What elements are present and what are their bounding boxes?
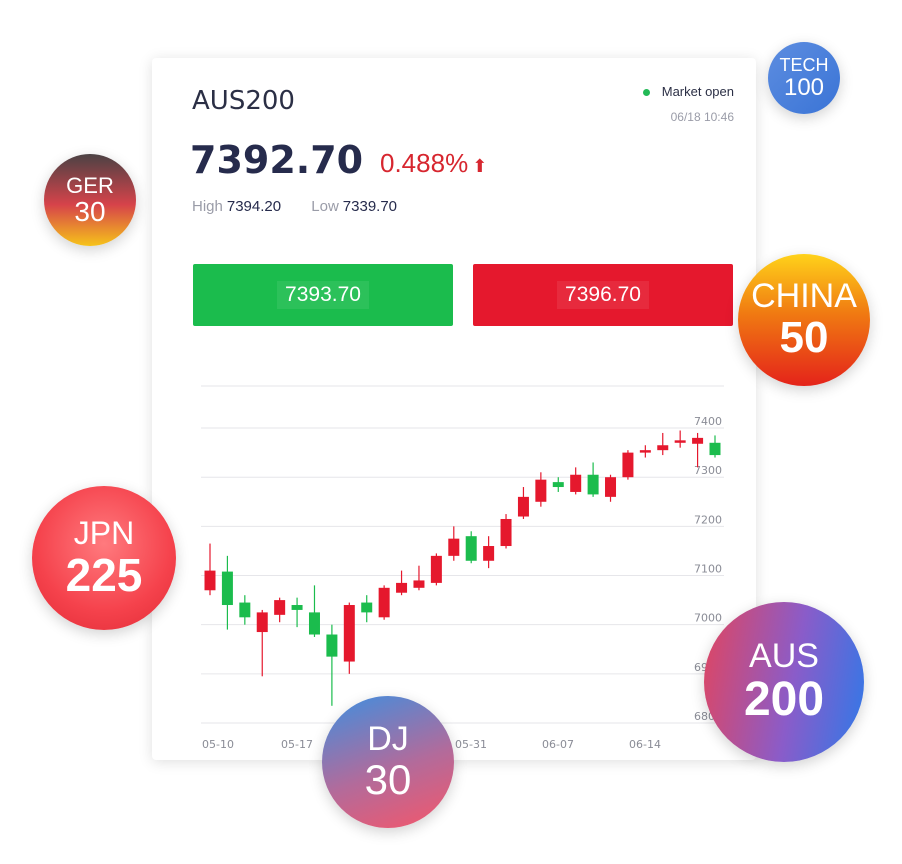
candle-body: [500, 518, 512, 547]
bubble-dj-top: DJ: [367, 720, 409, 759]
bubble-ger[interactable]: GER 30: [44, 154, 136, 246]
x-tick-label: 06-07: [542, 738, 574, 751]
candle-body: [639, 450, 651, 453]
candle-body: [378, 587, 390, 618]
y-tick-label: 7200: [694, 513, 722, 526]
bubble-dj[interactable]: DJ 30: [322, 696, 454, 828]
candle-body: [465, 536, 477, 561]
bubble-aus-bottom: 200: [743, 672, 825, 726]
bubble-aus[interactable]: AUS 200: [704, 602, 864, 762]
candle-body: [413, 580, 425, 588]
candle-body: [430, 555, 442, 583]
candle-body: [605, 477, 617, 497]
candle-body: [291, 605, 303, 610]
candle-body: [274, 600, 286, 615]
candle-body: [552, 482, 564, 488]
candle-body: [308, 612, 320, 635]
candle-body: [256, 612, 268, 633]
bubble-jpn-bottom: 225: [65, 548, 143, 601]
bubble-china[interactable]: CHINA 50: [738, 254, 870, 386]
candle-body: [221, 571, 233, 606]
candle-body: [535, 479, 547, 502]
bubble-ger-top: GER: [66, 172, 114, 198]
candle-body: [587, 474, 599, 495]
candle-body: [657, 445, 669, 451]
y-tick-label: 7400: [694, 415, 722, 428]
x-tick-label: 05-17: [281, 738, 313, 751]
bubble-tech[interactable]: TECH 100: [768, 42, 840, 114]
candle-body: [343, 605, 355, 662]
candle-body: [517, 496, 529, 517]
y-tick-label: 7000: [694, 612, 722, 625]
x-tick-label: 05-10: [202, 738, 234, 751]
bubble-tech-top: TECH: [779, 54, 829, 75]
x-tick-label: 06-14: [629, 738, 661, 751]
bubble-aus-top: AUS: [749, 636, 819, 675]
candle-body: [361, 602, 373, 613]
bubble-china-bottom: 50: [779, 312, 829, 362]
candle-body: [326, 634, 338, 657]
candle-body: [674, 440, 686, 443]
candle-body: [239, 602, 251, 618]
candle-body: [396, 582, 408, 593]
candle-body: [483, 546, 495, 561]
candle-body: [448, 538, 460, 556]
y-tick-label: 7300: [694, 464, 722, 477]
y-tick-label: 7100: [694, 563, 722, 576]
candle-body: [709, 442, 721, 456]
bubble-ger-bottom: 30: [74, 195, 106, 227]
bubble-jpn-top: JPN: [73, 515, 135, 552]
candle-body: [204, 570, 216, 591]
bubble-dj-bottom: 30: [364, 755, 412, 803]
candle-body: [622, 452, 634, 478]
bubble-tech-bottom: 100: [783, 73, 825, 101]
x-tick-label: 05-31: [455, 738, 487, 751]
bubble-china-top: CHINA: [751, 277, 857, 316]
candle-body: [570, 474, 582, 492]
bubble-jpn[interactable]: JPN 225: [32, 486, 176, 630]
candle-body: [692, 437, 704, 444]
